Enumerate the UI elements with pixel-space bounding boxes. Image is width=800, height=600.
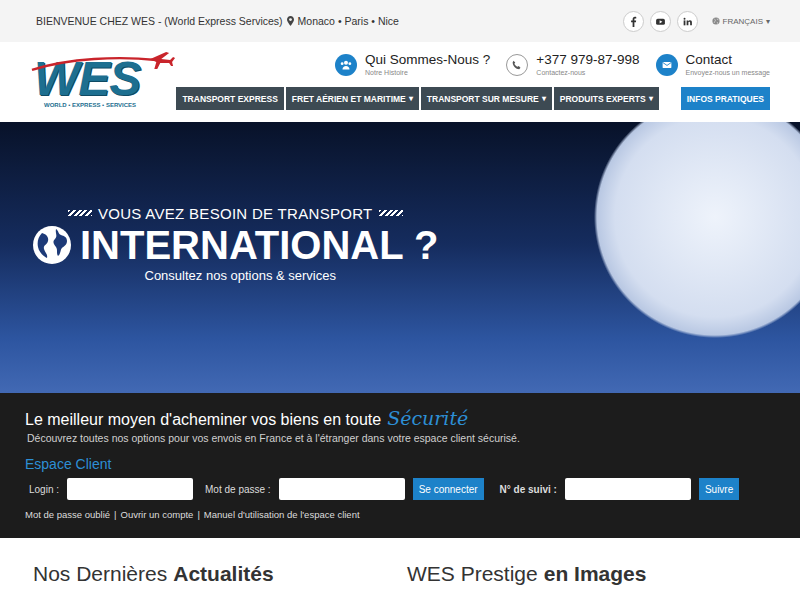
nav-caret: ▾ — [649, 94, 653, 103]
login-form: Login : Mot de passe : Se connecter N° de s… — [25, 478, 775, 500]
welcome-text: BIENVENUE CHEZ WES - (World Express Serv… — [36, 15, 399, 27]
header-link-subtitle: Notre Histoire — [365, 68, 490, 77]
plane-swoosh-icon — [30, 50, 178, 72]
phone-badge — [506, 54, 528, 76]
header-link-title: Contact — [686, 52, 770, 68]
youtube-icon — [655, 16, 666, 27]
login-label: Login : — [29, 484, 59, 495]
login-button[interactable]: Se connecter — [413, 478, 484, 500]
nav-item[interactable]: TRANSPORT EXPRESS — [176, 87, 283, 110]
nav-item[interactable]: TRANSPORT SUR MESURE▾ — [421, 87, 552, 110]
header-right: Qui Sommes-Nous ?Notre Histoire +377 979-… — [190, 50, 770, 110]
hero-banner: VOUS AVEZ BESOIN DE TRANSPORTINTERNATION… — [0, 122, 800, 393]
section-title-light: Nos Dernières — [33, 562, 167, 586]
nav-label: INFOS PRATIQUES — [687, 94, 764, 104]
client-headline: Le meilleur moyen d'acheminer vos biens … — [25, 407, 775, 429]
client-links: Mot de passe oublié|Ouvrir un compte|Man… — [25, 509, 775, 520]
logo-tagline: WORLD • EXPRESS • SERVICES — [44, 102, 178, 108]
headline-text: Le meilleur moyen d'acheminer vos biens … — [25, 411, 381, 429]
location-pin-icon — [287, 16, 294, 26]
language-selector[interactable]: FRANÇAIS▾ — [712, 17, 770, 26]
language-caret: ▾ — [766, 17, 770, 26]
nav-label: TRANSPORT SUR MESURE — [427, 94, 539, 104]
header-link-title: +377 979-87-998 — [536, 52, 639, 68]
link-separator: | — [114, 509, 116, 520]
page: BIENVENUE CHEZ WES - (World Express Serv… — [0, 0, 800, 600]
tracking-button[interactable]: Suivre — [699, 478, 739, 500]
client-area: Le meilleur moyen d'acheminer vos biens … — [0, 393, 800, 538]
about-badge — [335, 54, 357, 76]
envelope-icon — [660, 58, 674, 72]
main-nav: TRANSPORT EXPRESS FRET AÉRIEN ET MARITIME… — [176, 87, 770, 110]
locations: Monaco • Paris • Nice — [298, 15, 399, 27]
globe-icon — [32, 225, 72, 265]
hero-kicker-row: VOUS AVEZ BESOIN DE TRANSPORT — [68, 205, 403, 222]
password-input[interactable] — [279, 478, 405, 500]
client-title: Espace Client — [25, 456, 775, 472]
header: WESWORLD • EXPRESS • SERVICES Qui Sommes-… — [0, 42, 800, 122]
tracking-input[interactable] — [565, 478, 691, 500]
nav-item[interactable]: PRODUITS EXPERTS▾ — [554, 87, 659, 110]
section-title: Nos DernièresActualités — [33, 562, 407, 586]
contact-badge — [656, 54, 678, 76]
hero-kicker: VOUS AVEZ BESOIN DE TRANSPORT — [98, 205, 373, 222]
nav-item[interactable]: INFOS PRATIQUES — [681, 87, 770, 110]
header-link-title: Qui Sommes-Nous ? — [365, 52, 490, 68]
header-link[interactable]: Qui Sommes-Nous ?Notre Histoire — [335, 52, 490, 77]
hero-text: VOUS AVEZ BESOIN DE TRANSPORTINTERNATION… — [32, 205, 439, 283]
nav-caret: ▾ — [542, 94, 546, 103]
nav-label: PRODUITS EXPERTS — [560, 94, 646, 104]
linkedin-link[interactable] — [677, 11, 698, 32]
stripes-decoration — [68, 210, 92, 216]
linkedin-icon — [682, 16, 693, 27]
facebook-icon — [628, 16, 639, 27]
password-label: Mot de passe : — [205, 484, 271, 495]
client-link[interactable]: Manuel d'utilisation de l'espace client — [204, 509, 360, 520]
hero-title-row: INTERNATIONAL ? — [32, 222, 439, 268]
section-title-bold: en Images — [544, 562, 647, 586]
header-link-text: Qui Sommes-Nous ?Notre Histoire — [365, 52, 490, 77]
globe-icon — [712, 17, 720, 25]
nav-label: TRANSPORT EXPRESS — [182, 94, 277, 104]
header-link-subtitle: Contactez-nous — [536, 68, 639, 77]
nav-item[interactable]: FRET AÉRIEN ET MARITIME▾ — [286, 87, 419, 110]
tracking-label: N° de suivi : — [500, 484, 557, 495]
welcome-label: BIENVENUE CHEZ WES - (World Express Serv… — [36, 15, 283, 27]
header-link-text: ContactEnvoyez-nous un message — [686, 52, 770, 77]
client-description: Découvrez toutes nos options pour vos en… — [27, 432, 775, 444]
section-title-bold: Actualités — [173, 562, 273, 586]
header-link-subtitle: Envoyez-nous un message — [686, 68, 770, 77]
stripes-decoration — [379, 210, 403, 216]
top-right: FRANÇAIS▾ — [623, 11, 770, 32]
phone-icon — [510, 58, 524, 72]
login-input[interactable] — [67, 478, 193, 500]
hero-title: INTERNATIONAL ? — [80, 222, 439, 268]
facebook-link[interactable] — [623, 11, 644, 32]
logo[interactable]: WESWORLD • EXPRESS • SERVICES — [30, 50, 178, 108]
nav-caret: ▾ — [409, 94, 413, 103]
header-link-text: +377 979-87-998Contactez-nous — [536, 52, 639, 77]
client-link[interactable]: Ouvrir un compte — [121, 509, 194, 520]
users-icon — [339, 58, 353, 72]
youtube-link[interactable] — [650, 11, 671, 32]
section-title-light: WES Prestige — [407, 562, 538, 586]
header-link[interactable]: ContactEnvoyez-nous un message — [656, 52, 770, 77]
hero-subtitle: Consultez nos options & services — [145, 268, 336, 283]
header-link[interactable]: +377 979-87-998Contactez-nous — [506, 52, 639, 77]
sections: Nos DernièresActualitésWES Prestigeen Im… — [0, 538, 800, 586]
headline-accent: Sécurité — [387, 407, 468, 429]
nav-label: FRET AÉRIEN ET MARITIME — [292, 94, 406, 104]
top-bar: BIENVENUE CHEZ WES - (World Express Serv… — [0, 0, 800, 42]
section-title: WES Prestigeen Images — [407, 562, 800, 586]
link-separator: | — [197, 509, 199, 520]
language-label: FRANÇAIS — [723, 17, 763, 26]
client-link[interactable]: Mot de passe oublié — [25, 509, 110, 520]
header-links: Qui Sommes-Nous ?Notre Histoire +377 979-… — [335, 52, 770, 77]
